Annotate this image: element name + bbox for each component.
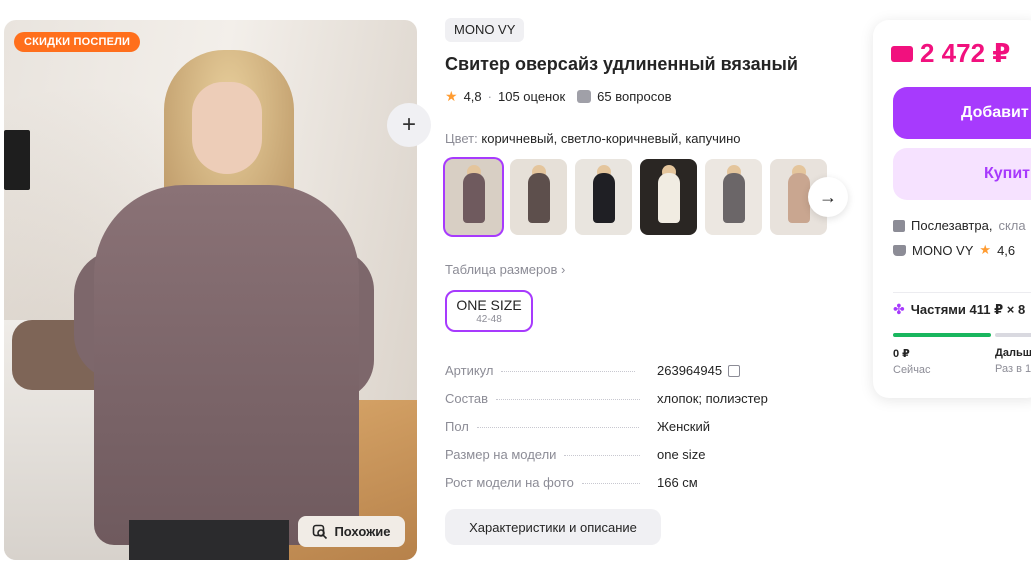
color-label: Цвет: [445, 131, 478, 146]
copy-icon[interactable] [728, 364, 741, 377]
seller-name[interactable]: MONO VY [912, 243, 973, 258]
thumbnail-sweater [723, 173, 745, 223]
spec-value: 166 см [657, 475, 698, 490]
spec-value: Женский [657, 419, 710, 434]
size-option-one-size[interactable]: ONE SIZE 42-48 [445, 290, 533, 332]
seller-row[interactable]: MONO VY ★ 4,6 [893, 242, 1015, 258]
spec-row-model-height: Рост модели на фото 166 см [445, 475, 845, 503]
product-title: Свитер оверсайз удлиненный вязаный [445, 54, 798, 74]
photo-model-face [192, 82, 262, 174]
thumbnail-sweater [788, 173, 810, 223]
buy-now-button[interactable]: Купит [893, 148, 1031, 200]
spec-dots [501, 371, 636, 372]
photo-sweater [94, 185, 359, 545]
questions-icon [577, 90, 592, 103]
rating-value: 4,8 [463, 89, 482, 104]
color-thumbnail[interactable] [705, 159, 762, 235]
installments-row[interactable]: ✤ Частями 411 ₽ × 8 [893, 301, 1025, 318]
installment-progress-rest [995, 333, 1031, 337]
price-row: 2 472 ₽ [891, 38, 1010, 69]
spec-value: 263964945 [657, 363, 741, 378]
spec-row-composition: Состав хлопок; полиэстер [445, 391, 845, 419]
article-number: 263964945 [657, 363, 723, 378]
color-value: коричневый, светло-коричневый, капучино [481, 131, 741, 146]
add-to-cart-label: Добавит [961, 104, 1029, 121]
arrow-right-icon: → [819, 186, 837, 207]
price-value: 2 472 ₽ [920, 38, 1011, 68]
color-thumbnail[interactable] [575, 159, 632, 235]
panel-divider [893, 292, 1031, 293]
color-thumbnail[interactable] [510, 159, 567, 235]
thumbnail-sweater [593, 173, 615, 223]
size-table-link[interactable]: Таблица размеров › [445, 262, 565, 277]
thumbnail-sweater [528, 173, 550, 223]
add-to-favorites-button[interactable]: + [387, 103, 431, 147]
box-icon [893, 219, 905, 232]
spec-key: Состав [445, 391, 489, 406]
spec-key: Артикул [445, 363, 494, 378]
delivery-text: Послезавтра, [911, 218, 993, 233]
spec-value: one size [657, 447, 706, 462]
photo-pants [129, 520, 289, 560]
color-thumbnail[interactable] [445, 159, 502, 235]
specs-list: Артикул 263964945 Состав хлопок; полиэст… [445, 363, 845, 503]
shop-icon [893, 244, 906, 256]
installments-text: Частями 411 ₽ × 8 [910, 301, 1026, 317]
delivery-row: Послезавтра, скла [893, 218, 1026, 233]
add-to-cart-button[interactable]: Добавит [893, 87, 1031, 139]
star-icon: ★ [445, 88, 458, 104]
color-line: Цвет: коричневый, светло-коричневый, кап… [445, 131, 741, 146]
rating-row[interactable]: ★ 4,8 · 105 оценок 65 вопросов [445, 88, 672, 105]
spec-dots [581, 483, 640, 484]
spec-value: хлопок; полиэстер [657, 391, 768, 406]
color-thumbnail[interactable] [640, 159, 697, 235]
spec-row-gender: Пол Женский [445, 419, 845, 447]
spec-dots [496, 399, 641, 400]
schedule-now: 0 ₽ Сейчас [893, 347, 931, 376]
sale-badge: СКИДКИ ПОСПЕЛИ [14, 32, 141, 52]
description-button[interactable]: Характеристики и описание [445, 509, 661, 545]
photo-lamp [4, 130, 30, 190]
now-label: Сейчас [893, 364, 931, 376]
questions-count[interactable]: 65 вопросов [597, 89, 671, 104]
spec-key: Пол [445, 419, 469, 434]
wallet-icon [891, 45, 913, 62]
buy-panel: 2 472 ₽ Добавит Купит Послезавтра, скла … [873, 20, 1031, 398]
now-amount: 0 ₽ [893, 348, 910, 360]
spec-key: Рост модели на фото [445, 475, 574, 490]
size-range-label: 42-48 [476, 314, 502, 325]
schedule-later: Дальш Раз в 1 [995, 347, 1031, 375]
star-icon: ★ [979, 242, 992, 257]
thumbnails-next-button[interactable]: → [808, 177, 848, 217]
reviews-count[interactable]: 105 оценок [498, 89, 565, 104]
spec-row-article: Артикул 263964945 [445, 363, 845, 391]
similar-label: Похожие [334, 524, 391, 539]
plus-icon: + [401, 111, 416, 138]
delivery-muted: скла [998, 218, 1026, 233]
separator-dot: · [487, 89, 492, 104]
spec-dots [476, 427, 639, 428]
brand-chip[interactable]: MONO VY [445, 18, 525, 42]
thumbnail-sweater [658, 173, 680, 223]
seller-rating: 4,6 [997, 242, 1016, 258]
similar-button[interactable]: Похожие [298, 516, 405, 547]
search-similar-icon [313, 524, 328, 539]
later-amount: Дальш [995, 347, 1031, 359]
color-thumbnails [445, 159, 827, 235]
product-main-photo[interactable] [4, 20, 417, 560]
spec-key: Размер на модели [445, 447, 557, 462]
installment-progress-paid [893, 333, 991, 337]
spec-dots [564, 455, 641, 456]
buy-now-label: Купит [984, 165, 1030, 182]
size-main-label: ONE SIZE [456, 297, 522, 313]
installments-icon: ✤ [893, 301, 905, 317]
later-label: Раз в 1 [995, 363, 1031, 375]
thumbnail-sweater [463, 173, 485, 223]
spec-row-model-size: Размер на модели one size [445, 447, 845, 475]
